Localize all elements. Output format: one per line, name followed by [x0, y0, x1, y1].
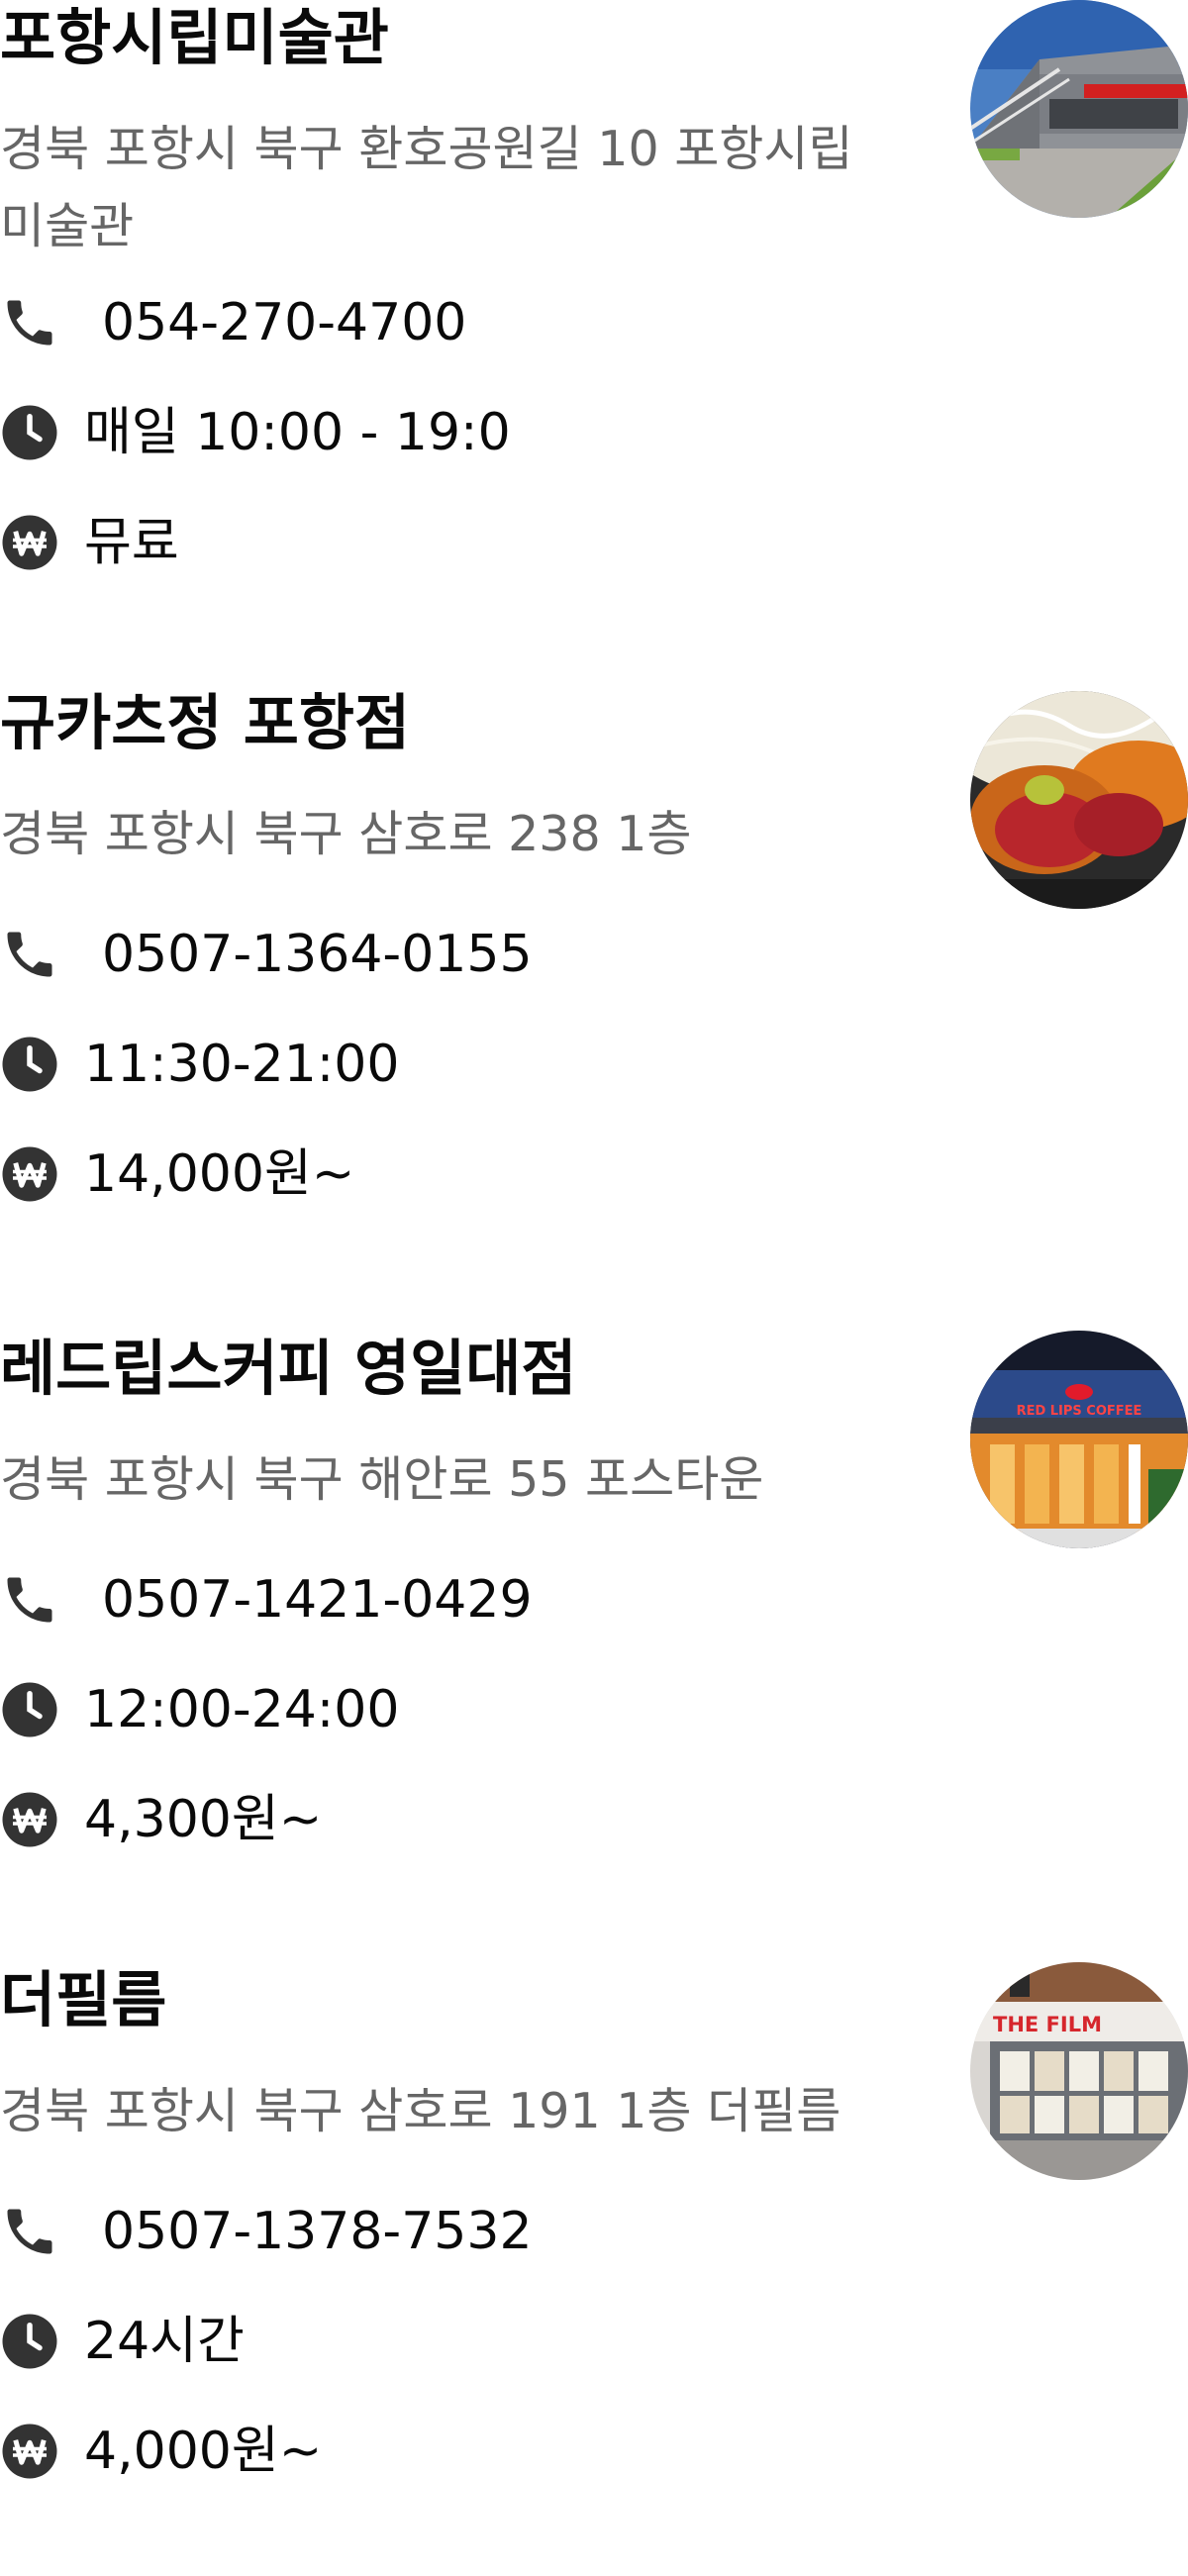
phone-icon	[0, 2202, 59, 2261]
film-store-photo[interactable]: THE FILM	[970, 1962, 1188, 2180]
hours-row: 11:30-21:00	[0, 1030, 891, 1099]
opening-hours: 24시간	[84, 2312, 245, 2371]
clock-icon	[0, 1035, 59, 1094]
clock-icon	[0, 403, 59, 462]
clock-icon	[0, 1680, 59, 1739]
opening-hours: 11:30-21:00	[84, 1035, 400, 1094]
price-row: 뮤료	[0, 508, 891, 577]
museum-building-photo[interactable]	[970, 0, 1188, 218]
phone-row[interactable]: 0507-1364-0155	[0, 920, 891, 989]
place-address: 경북 포항시 북구 해안로 55 포스타운	[0, 1451, 764, 1508]
price: 4,000원~	[84, 2422, 323, 2481]
gyukatsu-food-photo[interactable]	[970, 691, 1188, 909]
won-icon	[0, 1790, 59, 1849]
place-address: 경북 포항시 북구 환호공원길 10 포항시립미술관	[0, 121, 853, 254]
phone-row[interactable]: 0507-1378-7532	[0, 2197, 891, 2266]
place-card[interactable]: 규카츠정 포항점 경북 포항시 북구 삼호로 238 1층 0507-1364-…	[0, 685, 1188, 1299]
phone-icon	[0, 1570, 59, 1630]
price-row: 4,300원~	[0, 1785, 891, 1854]
opening-hours: 12:00-24:00	[84, 1680, 400, 1739]
cafe-storefront-photo[interactable]: RED LIPS COFFEE	[970, 1331, 1188, 1548]
phone-icon	[0, 293, 59, 352]
clock-icon	[0, 2312, 59, 2371]
phone-row[interactable]: 0507-1421-0429	[0, 1565, 891, 1635]
price-row: 14,000원~	[0, 1139, 891, 1209]
price-row: 4,000원~	[0, 2417, 891, 2486]
price: 4,300원~	[84, 1790, 323, 1849]
phone-number[interactable]: 0507-1364-0155	[102, 920, 533, 989]
place-card[interactable]: 레드립스커피 영일대점 경북 포항시 북구 해안로 55 포스타운 0507-1…	[0, 1331, 1188, 1944]
place-name[interactable]: 규카츠정 포항점	[0, 685, 410, 762]
phone-number[interactable]: 054-270-4700	[102, 288, 466, 357]
phone-number[interactable]: 0507-1421-0429	[102, 1565, 533, 1635]
phone-number[interactable]: 0507-1378-7532	[102, 2197, 533, 2266]
hours-row: 24시간	[0, 2307, 891, 2376]
opening-hours: 매일 10:00 - 19:0	[84, 403, 511, 462]
price: 뮤료	[84, 513, 179, 572]
place-name[interactable]: 더필름	[0, 1962, 166, 2039]
hours-row: 매일 10:00 - 19:0	[0, 398, 891, 467]
place-address: 경북 포항시 북구 삼호로 191 1층 더필름	[0, 2083, 842, 2139]
phone-row[interactable]: 054-270-4700	[0, 288, 891, 357]
film-store-sign: THE FILM	[993, 2013, 1102, 2036]
price: 14,000원~	[84, 1144, 355, 1204]
won-icon	[0, 2422, 59, 2481]
hours-row: 12:00-24:00	[0, 1675, 891, 1744]
place-name[interactable]: 레드립스커피 영일대점	[0, 1331, 576, 1408]
won-icon	[0, 1144, 59, 1204]
won-icon	[0, 513, 59, 572]
place-card[interactable]: 더필름 경북 포항시 북구 삼호로 191 1층 더필름 0507-1378-7…	[0, 1962, 1188, 2576]
cafe-sign: RED LIPS COFFEE	[1017, 1404, 1142, 1419]
place-address: 경북 포항시 북구 삼호로 238 1층	[0, 806, 692, 862]
place-name[interactable]: 포항시립미술관	[0, 0, 389, 77]
place-card[interactable]: 포항시립미술관 경북 포항시 북구 환호공원길 10 포항시립미술관 054-2…	[0, 0, 1188, 614]
phone-icon	[0, 925, 59, 984]
